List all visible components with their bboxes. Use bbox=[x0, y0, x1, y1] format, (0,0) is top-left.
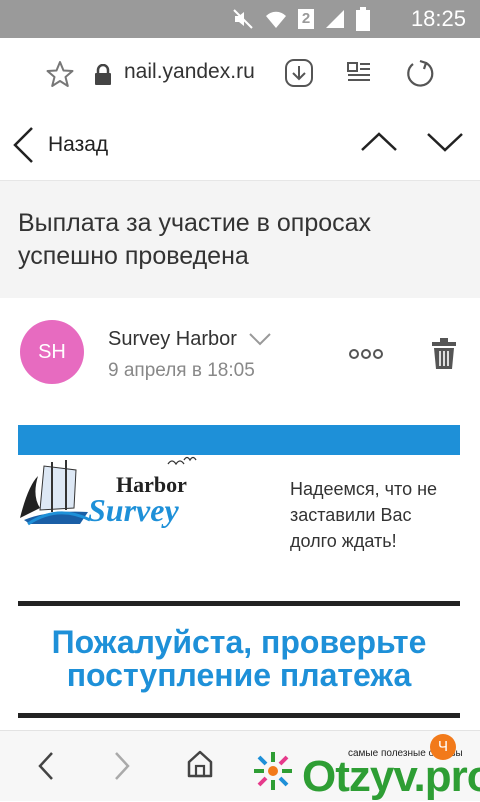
back-label: Назад bbox=[48, 133, 109, 156]
watermark-brand: Otzyv.pro bbox=[302, 752, 480, 801]
sender-row: SH Survey Harbor 9 апреля в 18:05 bbox=[0, 298, 480, 408]
logo-word-survey: Survey bbox=[88, 492, 179, 528]
message-date: 9 апреля в 18:05 bbox=[108, 360, 255, 381]
message-subject-panel: Выплата за участие в опросах успешно про… bbox=[0, 181, 480, 299]
lock-icon bbox=[95, 64, 111, 85]
reader-mode-icon[interactable] bbox=[346, 60, 372, 86]
reload-icon[interactable] bbox=[404, 58, 436, 90]
browser-back-icon[interactable] bbox=[36, 751, 56, 781]
home-icon[interactable] bbox=[186, 749, 214, 779]
otzyv-logo-icon bbox=[254, 752, 292, 790]
chevron-left-icon bbox=[13, 127, 33, 163]
seagull-icon bbox=[167, 456, 197, 466]
survey-harbor-logo: Harbor Survey bbox=[18, 446, 203, 528]
mute-icon bbox=[233, 9, 253, 29]
ship-logo-icon bbox=[20, 460, 91, 526]
previous-message-icon[interactable] bbox=[360, 130, 398, 154]
message-subject: Выплата за участие в опросах успешно про… bbox=[18, 209, 372, 270]
download-icon[interactable] bbox=[284, 58, 314, 88]
otzyv-watermark: самые полезные отзывы Ч Otzyv.pro bbox=[240, 728, 480, 801]
chevron-down-icon[interactable] bbox=[248, 332, 272, 346]
email-headline: Пожалуйста, проверьте поступление платеж… bbox=[51, 624, 427, 693]
signal-icon bbox=[326, 10, 344, 28]
status-icons: 2 bbox=[232, 6, 370, 32]
battery-icon bbox=[356, 7, 370, 31]
divider bbox=[18, 601, 460, 606]
clock: 18:25 bbox=[410, 6, 466, 31]
wifi-icon bbox=[266, 11, 286, 28]
sim-slot-badge: 2 bbox=[298, 9, 314, 29]
browser-url-bar: nail.yandex.ru bbox=[0, 38, 480, 111]
status-bar: 2 18:25 bbox=[0, 0, 480, 38]
email-body: Harbor Survey Надеемся, что не заставили… bbox=[0, 408, 480, 730]
next-message-icon[interactable] bbox=[426, 130, 464, 154]
back-button[interactable]: Назад bbox=[12, 126, 108, 164]
trash-icon[interactable] bbox=[430, 338, 458, 370]
more-options-icon[interactable] bbox=[348, 348, 384, 360]
sender-name[interactable]: Survey Harbor bbox=[108, 328, 237, 351]
avatar[interactable]: SH bbox=[20, 320, 84, 384]
email-tagline: Надеемся, что не заставили Вас долго жда… bbox=[290, 479, 438, 551]
browser-forward-icon[interactable] bbox=[112, 751, 132, 781]
address-field[interactable]: nail.yandex.ru bbox=[124, 60, 255, 84]
bookmark-star-icon[interactable] bbox=[46, 60, 74, 88]
mail-nav-bar: Назад bbox=[0, 110, 480, 181]
divider bbox=[18, 713, 460, 718]
